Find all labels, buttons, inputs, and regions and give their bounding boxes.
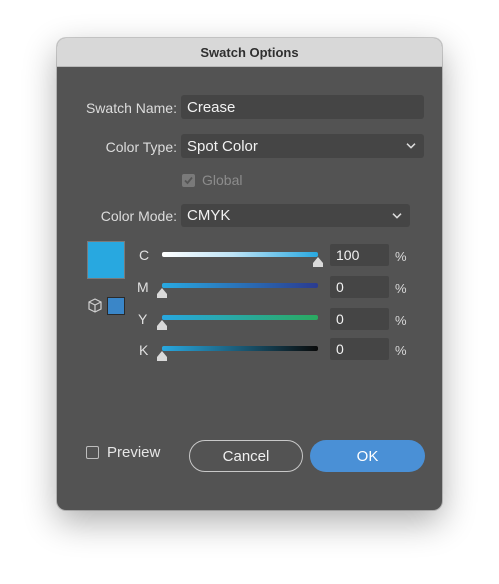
swatch-name-label: Swatch Name: bbox=[85, 100, 177, 116]
color-type-select[interactable]: Spot Color bbox=[181, 134, 424, 158]
out-of-gamut-swatch[interactable] bbox=[107, 297, 125, 315]
channel-k-unit: % bbox=[395, 343, 407, 358]
checkmark-icon bbox=[184, 176, 193, 185]
channel-m-input[interactable]: 0 bbox=[330, 276, 389, 298]
channel-k-label: K bbox=[139, 342, 149, 358]
channel-m-value: 0 bbox=[336, 279, 344, 295]
global-checkbox[interactable] bbox=[182, 174, 195, 187]
color-swatch-preview bbox=[87, 241, 125, 279]
chevron-down-icon bbox=[406, 143, 416, 149]
channel-c-label: C bbox=[139, 247, 150, 263]
channel-m-unit: % bbox=[395, 281, 407, 296]
channel-m-slider[interactable] bbox=[162, 283, 318, 288]
channel-y-value: 0 bbox=[336, 311, 344, 327]
channel-k-value: 0 bbox=[336, 341, 344, 357]
preview-checkbox[interactable] bbox=[86, 446, 99, 459]
color-type-label: Color Type: bbox=[105, 139, 177, 155]
channel-k-slider[interactable] bbox=[162, 346, 318, 351]
channel-c-slider[interactable] bbox=[162, 252, 318, 257]
swatch-name-input[interactable]: Crease bbox=[181, 95, 424, 119]
channel-m-label: M bbox=[137, 279, 149, 295]
cancel-button[interactable]: Cancel bbox=[189, 440, 303, 472]
channel-c-value: 100 bbox=[336, 247, 360, 263]
swatch-name-value: Crease bbox=[187, 98, 236, 116]
channel-y-input[interactable]: 0 bbox=[330, 308, 389, 330]
channel-c-input[interactable]: 100 bbox=[330, 244, 389, 266]
swatch-options-dialog: Swatch Options Swatch Name: Crease Color… bbox=[57, 38, 442, 510]
channel-k-input[interactable]: 0 bbox=[330, 338, 389, 360]
color-mode-label: Color Mode: bbox=[100, 208, 177, 224]
channel-y-unit: % bbox=[395, 313, 407, 328]
color-type-value: Spot Color bbox=[187, 137, 258, 155]
preview-label: Preview bbox=[107, 444, 161, 461]
channel-c-unit: % bbox=[395, 249, 407, 264]
ok-button[interactable]: OK bbox=[310, 440, 425, 472]
color-mode-select[interactable]: CMYK bbox=[181, 204, 410, 227]
channel-y-label: Y bbox=[138, 311, 148, 327]
chevron-down-icon bbox=[392, 212, 402, 219]
cube-icon[interactable] bbox=[88, 298, 102, 313]
color-mode-value: CMYK bbox=[187, 207, 231, 224]
dialog-title: Swatch Options bbox=[57, 38, 442, 67]
channel-y-slider[interactable] bbox=[162, 315, 318, 320]
global-label: Global bbox=[202, 172, 243, 188]
